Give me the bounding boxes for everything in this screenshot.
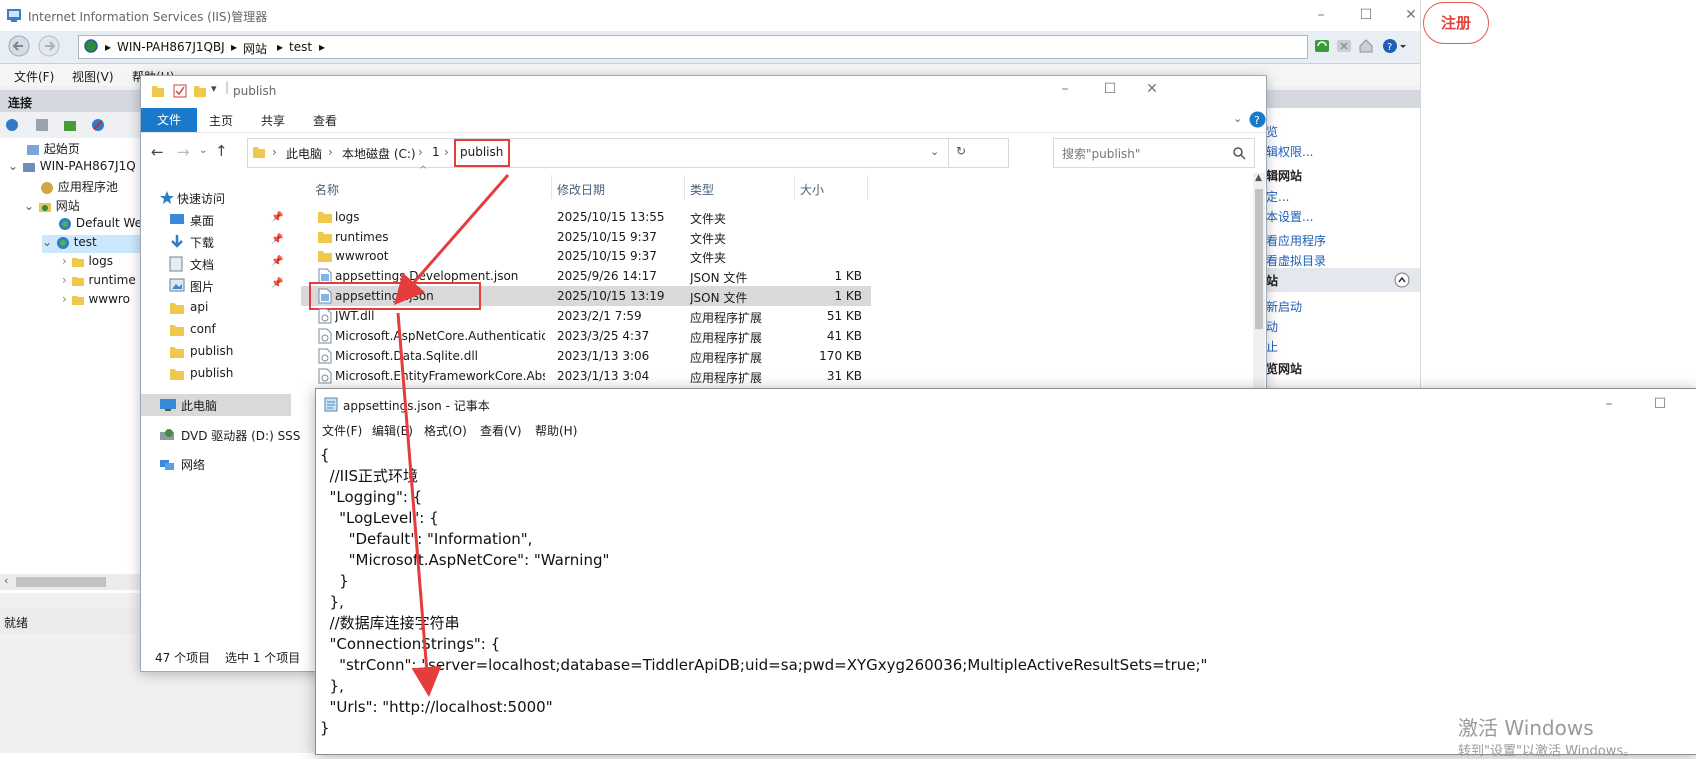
activation-watermark: 激活 Windows bbox=[1458, 716, 1594, 740]
arrow-publish-to-file bbox=[394, 174, 510, 306]
annotation-arrows bbox=[394, 174, 510, 697]
activation-watermark-hint: 转到"设置"以激活 Windows。 bbox=[1458, 744, 1637, 759]
arrow-file-to-url bbox=[396, 312, 442, 697]
